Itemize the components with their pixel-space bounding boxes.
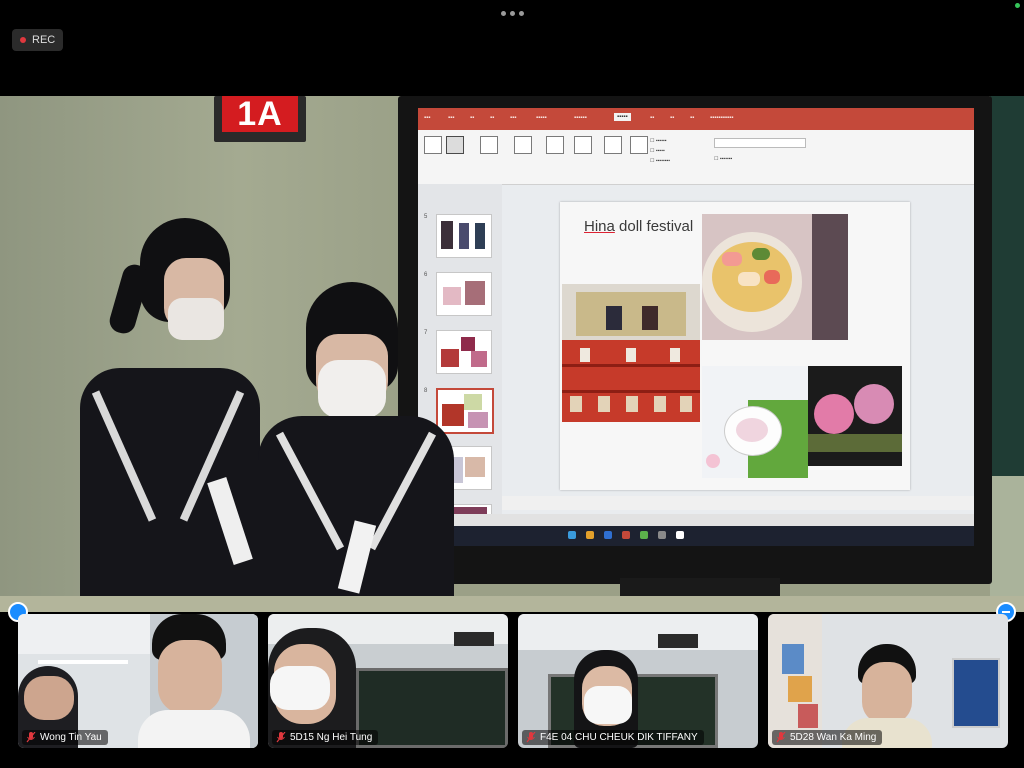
slide-thumbnail bbox=[436, 214, 492, 258]
student-presenter-left bbox=[80, 218, 270, 612]
record-dot-icon bbox=[20, 37, 26, 43]
taskbar-app-icon bbox=[640, 531, 648, 539]
app-status-bar bbox=[418, 514, 974, 526]
taskbar-app-icon bbox=[622, 531, 630, 539]
room-sign-label: 1A bbox=[222, 96, 298, 132]
slide-title-word: Hina bbox=[584, 218, 615, 235]
recording-label: REC bbox=[32, 34, 56, 46]
connection-status-indicator bbox=[1015, 3, 1020, 8]
participant-name-tag: F4E 04 CHU CHEUK DIK TIFFANY bbox=[522, 730, 704, 745]
taskbar-app-icon bbox=[568, 531, 576, 539]
ribbon-button bbox=[630, 136, 648, 154]
ribbon-tab: ▪▪ bbox=[670, 115, 675, 121]
ribbon-check: ☐ ▪▪▪▪▪ bbox=[650, 148, 665, 154]
ribbon-check: ☐ ▪▪▪▪▪▪▪ bbox=[714, 156, 733, 162]
ribbon-tab: ▪▪ bbox=[490, 115, 495, 121]
slide-image-sakura-mochi bbox=[808, 366, 902, 466]
participant-tile[interactable]: Wong Tin Yau bbox=[18, 614, 258, 748]
ribbon-check: ☐ ▪▪▪▪▪▪▪▪ bbox=[650, 158, 671, 164]
ribbon-button bbox=[604, 136, 622, 154]
ribbon-dropdown bbox=[714, 138, 806, 148]
ribbon-check: ☐ ▪▪▪▪▪▪ bbox=[650, 138, 667, 144]
mic-muted-icon bbox=[26, 731, 36, 743]
thumbnail-number: 5 bbox=[424, 214, 428, 220]
ribbon-button bbox=[546, 136, 564, 154]
main-video-feed[interactable]: 1A ▪▪▪ ▪▪▪ ▪▪ ▪▪ ▪▪▪ ▪▪▪▪▪ ▪▪▪▪▪▪ ▪▪▪▪▪ … bbox=[0, 96, 1024, 612]
ribbon-button bbox=[480, 136, 498, 154]
ribbon-tab: ▪▪ bbox=[690, 115, 695, 121]
mic-muted-icon bbox=[526, 731, 536, 743]
ribbon-tab: ▪▪▪ bbox=[424, 115, 431, 121]
ribbon-tab: ▪▪▪▪▪▪▪▪▪▪▪ bbox=[710, 115, 734, 121]
taskbar-app-icon bbox=[586, 531, 594, 539]
participant-name-tag: Wong Tin Yau bbox=[22, 730, 108, 745]
ribbon-tab: ▪▪▪ bbox=[448, 115, 455, 121]
classroom-ledge bbox=[0, 596, 1024, 612]
presentation-screen: ▪▪▪ ▪▪▪ ▪▪ ▪▪ ▪▪▪ ▪▪▪▪▪ ▪▪▪▪▪▪ ▪▪▪▪▪ ▪▪ … bbox=[418, 108, 974, 546]
mic-muted-icon bbox=[276, 731, 286, 743]
current-slide: Hina doll festival bbox=[560, 202, 910, 490]
ribbon-tab: ▪▪▪▪▪ bbox=[536, 115, 547, 121]
thumbnail-number: 6 bbox=[424, 272, 428, 278]
taskbar-app-icon bbox=[604, 531, 612, 539]
ribbon-tab: ▪▪ bbox=[650, 115, 655, 121]
participant-tile[interactable]: 5D15 Ng Hei Tung bbox=[268, 614, 508, 748]
slide-image-chirashi bbox=[702, 214, 848, 340]
slide-title: Hina doll festival bbox=[584, 218, 693, 235]
slide-image-arare bbox=[702, 366, 808, 478]
notes-bar bbox=[502, 496, 974, 510]
ribbon-tab: ▪▪▪▪▪▪ bbox=[574, 115, 587, 121]
taskbar-app-icon bbox=[658, 531, 666, 539]
participant-tile[interactable]: F4E 04 CHU CHEUK DIK TIFFANY bbox=[518, 614, 758, 748]
participant-tile[interactable]: 5D28 Wan Ka Ming bbox=[768, 614, 1008, 748]
more-options-icon[interactable] bbox=[500, 6, 524, 20]
participant-name: 5D15 Ng Hei Tung bbox=[290, 732, 373, 743]
participant-name-tag: 5D15 Ng Hei Tung bbox=[272, 730, 379, 745]
ribbon-button bbox=[446, 136, 464, 154]
ribbon-tab-active: ▪▪▪▪▪ bbox=[614, 113, 631, 121]
ribbon-tab-bar: ▪▪▪ ▪▪▪ ▪▪ ▪▪ ▪▪▪ ▪▪▪▪▪ ▪▪▪▪▪▪ ▪▪▪▪▪ ▪▪ … bbox=[418, 108, 974, 130]
slide-title-rest: doll festival bbox=[614, 218, 694, 235]
participant-name: 5D28 Wan Ka Ming bbox=[790, 732, 877, 743]
ribbon-body: ☐ ▪▪▪▪▪▪ ☐ ▪▪▪▪▪ ☐ ▪▪▪▪▪▪▪▪ ☐ ▪▪▪▪▪▪▪ bbox=[418, 130, 974, 185]
room-sign: 1A bbox=[214, 96, 306, 142]
participant-name: Wong Tin Yau bbox=[40, 732, 102, 743]
ribbon-button bbox=[574, 136, 592, 154]
classroom-wall-right bbox=[990, 476, 1024, 612]
participant-name: F4E 04 CHU CHEUK DIK TIFFANY bbox=[540, 732, 698, 743]
student-presenter-right bbox=[258, 282, 454, 612]
os-taskbar bbox=[418, 526, 974, 546]
mic-muted-icon bbox=[776, 731, 786, 743]
ribbon-button bbox=[424, 136, 442, 154]
ribbon-tab: ▪▪▪ bbox=[510, 115, 517, 121]
ribbon-button bbox=[514, 136, 532, 154]
recording-badge[interactable]: REC bbox=[12, 29, 64, 51]
participant-name-tag: 5D28 Wan Ka Ming bbox=[772, 730, 883, 745]
slide-image-hina-dolls bbox=[562, 284, 700, 422]
taskbar-app-icon bbox=[676, 531, 684, 539]
ribbon-tab: ▪▪ bbox=[470, 115, 475, 121]
